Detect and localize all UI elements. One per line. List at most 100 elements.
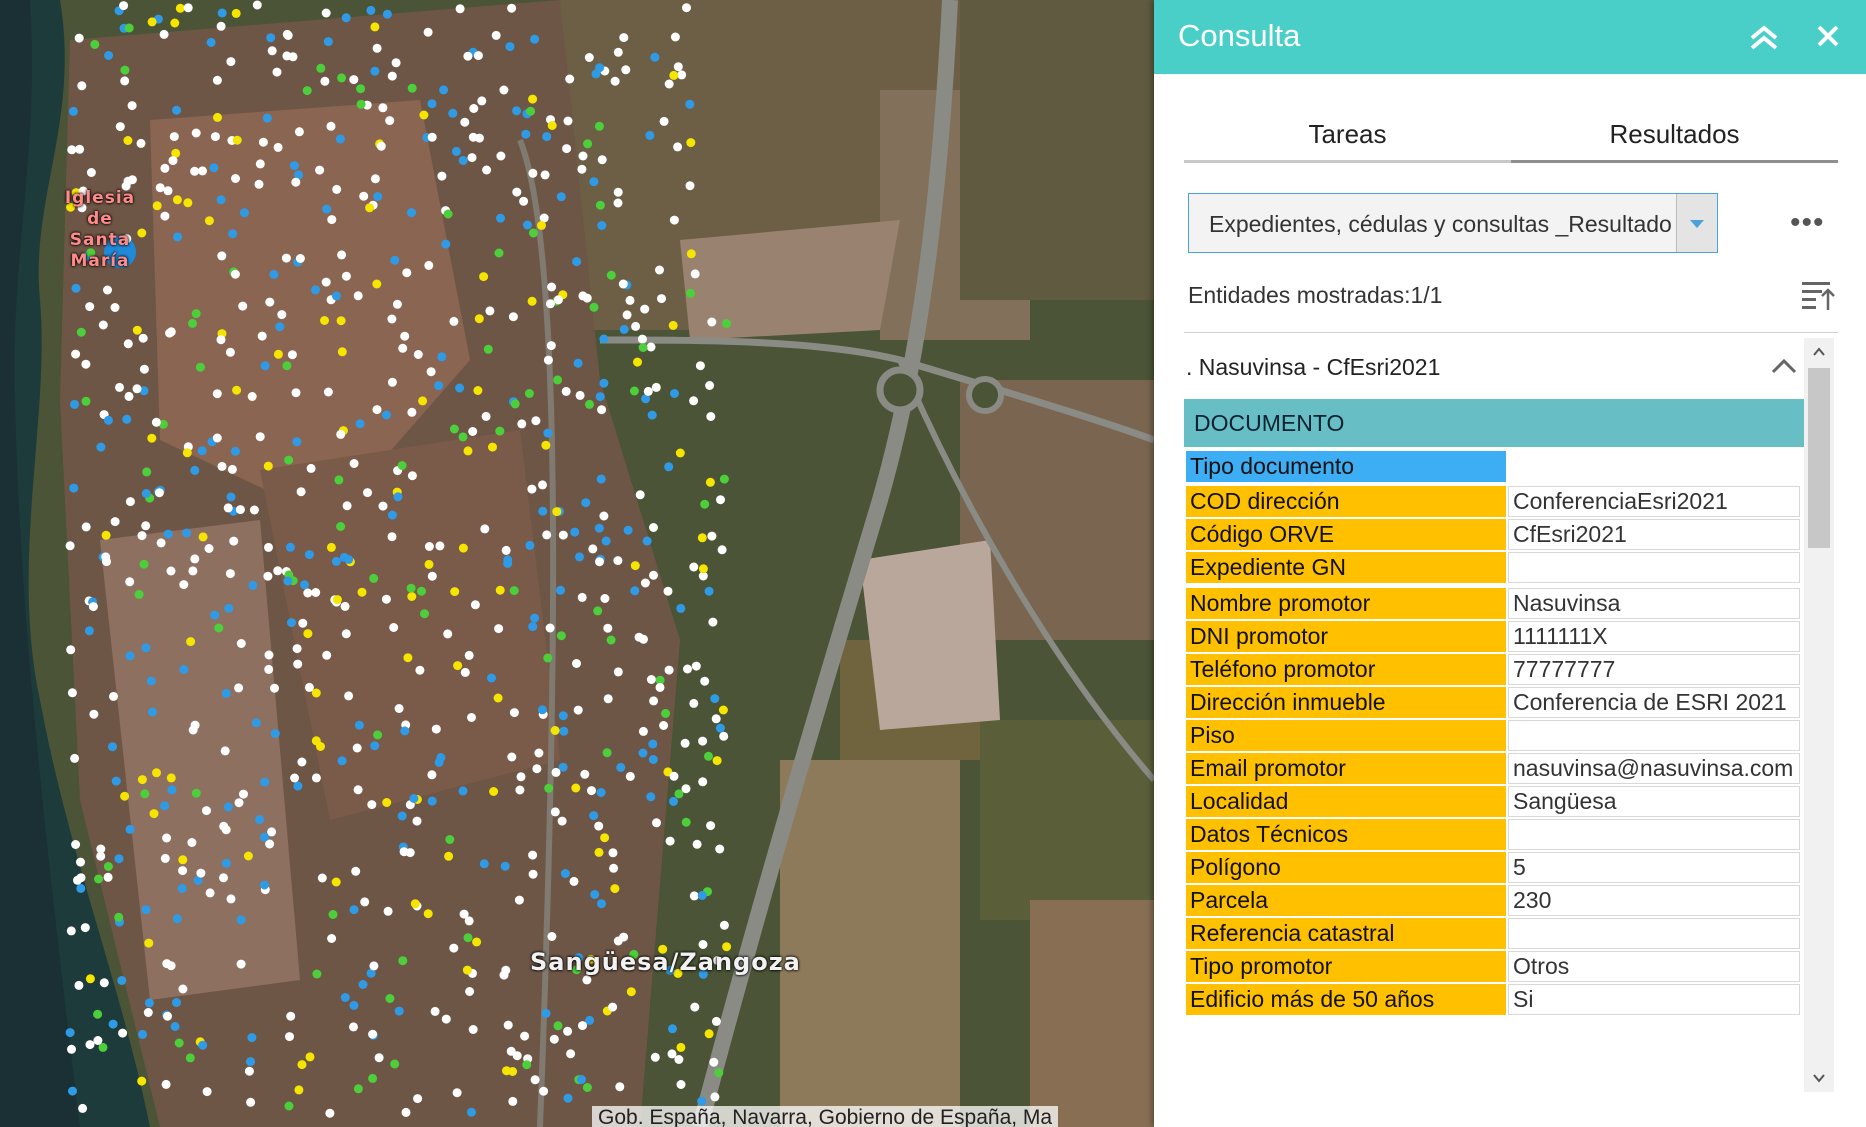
map-point[interactable]: [132, 325, 142, 335]
map-point[interactable]: [590, 890, 600, 899]
map-point[interactable]: [255, 159, 265, 169]
map-point[interactable]: [90, 39, 100, 49]
map-point[interactable]: [424, 542, 434, 551]
map-point[interactable]: [487, 673, 496, 683]
map-point[interactable]: [698, 777, 708, 787]
map-point[interactable]: [195, 362, 205, 372]
map-point[interactable]: [505, 42, 515, 52]
map-point[interactable]: [132, 384, 142, 394]
map-point[interactable]: [315, 165, 325, 175]
map-point[interactable]: [409, 794, 419, 803]
map-point[interactable]: [458, 432, 468, 442]
map-point[interactable]: [705, 477, 715, 487]
map-point[interactable]: [507, 752, 517, 762]
map-point[interactable]: [114, 854, 124, 864]
map-point[interactable]: [638, 726, 648, 736]
map-point[interactable]: [139, 364, 149, 374]
map-point[interactable]: [77, 81, 87, 91]
map-point[interactable]: [284, 455, 294, 465]
map-point[interactable]: [550, 726, 560, 735]
map-point[interactable]: [582, 1083, 592, 1092]
map-point[interactable]: [387, 71, 397, 81]
map-point[interactable]: [541, 1008, 551, 1018]
map-point[interactable]: [630, 561, 640, 571]
map-point[interactable]: [473, 51, 483, 61]
map-point[interactable]: [681, 817, 691, 827]
map-point[interactable]: [71, 283, 81, 293]
map-point[interactable]: [631, 321, 641, 331]
map-point[interactable]: [104, 51, 114, 60]
map-point[interactable]: [99, 978, 109, 988]
map-point[interactable]: [382, 9, 392, 19]
map-point[interactable]: [591, 69, 601, 79]
map-point[interactable]: [287, 350, 297, 360]
map-point[interactable]: [547, 121, 557, 130]
map-point[interactable]: [566, 1049, 576, 1059]
map-point[interactable]: [506, 1046, 516, 1056]
map-point[interactable]: [527, 296, 537, 306]
map-point[interactable]: [410, 899, 420, 909]
map-point[interactable]: [236, 915, 246, 925]
map-point[interactable]: [522, 1060, 532, 1070]
map-point[interactable]: [393, 492, 403, 502]
map-point[interactable]: [397, 461, 407, 470]
map-point[interactable]: [214, 623, 224, 633]
map-point[interactable]: [285, 1032, 294, 1042]
map-point[interactable]: [618, 279, 628, 289]
map-point[interactable]: [500, 861, 510, 871]
map-point[interactable]: [382, 410, 391, 420]
map-point[interactable]: [700, 499, 710, 509]
map-point[interactable]: [120, 65, 130, 75]
map-point[interactable]: [103, 415, 113, 425]
map-point[interactable]: [394, 1006, 404, 1016]
map-point[interactable]: [70, 753, 80, 763]
map-point[interactable]: [553, 1021, 563, 1031]
map-point[interactable]: [578, 151, 588, 161]
map-point[interactable]: [528, 850, 538, 860]
map-point[interactable]: [115, 122, 125, 132]
map-point[interactable]: [510, 399, 520, 409]
map-point[interactable]: [542, 132, 552, 142]
scroll-thumb[interactable]: [1808, 368, 1830, 548]
map-point[interactable]: [664, 462, 674, 472]
map-point[interactable]: [173, 232, 183, 242]
map-point[interactable]: [715, 844, 725, 854]
map-point[interactable]: [443, 629, 453, 639]
map-point[interactable]: [88, 602, 98, 612]
map-point[interactable]: [516, 772, 526, 782]
map-point[interactable]: [673, 142, 683, 152]
map-point[interactable]: [638, 748, 648, 758]
map-point[interactable]: [623, 525, 633, 535]
map-point[interactable]: [353, 1084, 363, 1094]
map-point[interactable]: [372, 279, 382, 289]
map-point[interactable]: [257, 331, 267, 341]
map-point[interactable]: [669, 771, 679, 781]
map-point[interactable]: [698, 736, 708, 746]
map-point[interactable]: [316, 742, 325, 751]
map-point[interactable]: [622, 310, 632, 320]
map-point[interactable]: [124, 23, 134, 33]
map-point[interactable]: [74, 33, 84, 43]
map-point[interactable]: [600, 833, 610, 843]
map-point[interactable]: [542, 530, 552, 540]
map-point[interactable]: [316, 63, 326, 73]
map-point[interactable]: [609, 863, 619, 873]
map-point[interactable]: [317, 873, 327, 883]
map-point[interactable]: [407, 407, 417, 417]
map-point[interactable]: [685, 99, 695, 109]
map-point[interactable]: [73, 875, 82, 885]
map-point[interactable]: [373, 192, 383, 202]
map-point[interactable]: [351, 866, 361, 876]
map-point[interactable]: [163, 1011, 172, 1021]
map-point[interactable]: [640, 304, 650, 314]
map-point[interactable]: [85, 974, 95, 984]
map-point[interactable]: [369, 573, 379, 583]
map-point[interactable]: [78, 1103, 88, 1113]
map-point[interactable]: [336, 316, 346, 326]
map-point[interactable]: [423, 909, 433, 919]
map-point[interactable]: [138, 1029, 148, 1039]
map-point[interactable]: [434, 381, 444, 391]
map-point[interactable]: [80, 923, 90, 933]
map-point[interactable]: [532, 764, 542, 774]
map-point[interactable]: [297, 757, 307, 767]
